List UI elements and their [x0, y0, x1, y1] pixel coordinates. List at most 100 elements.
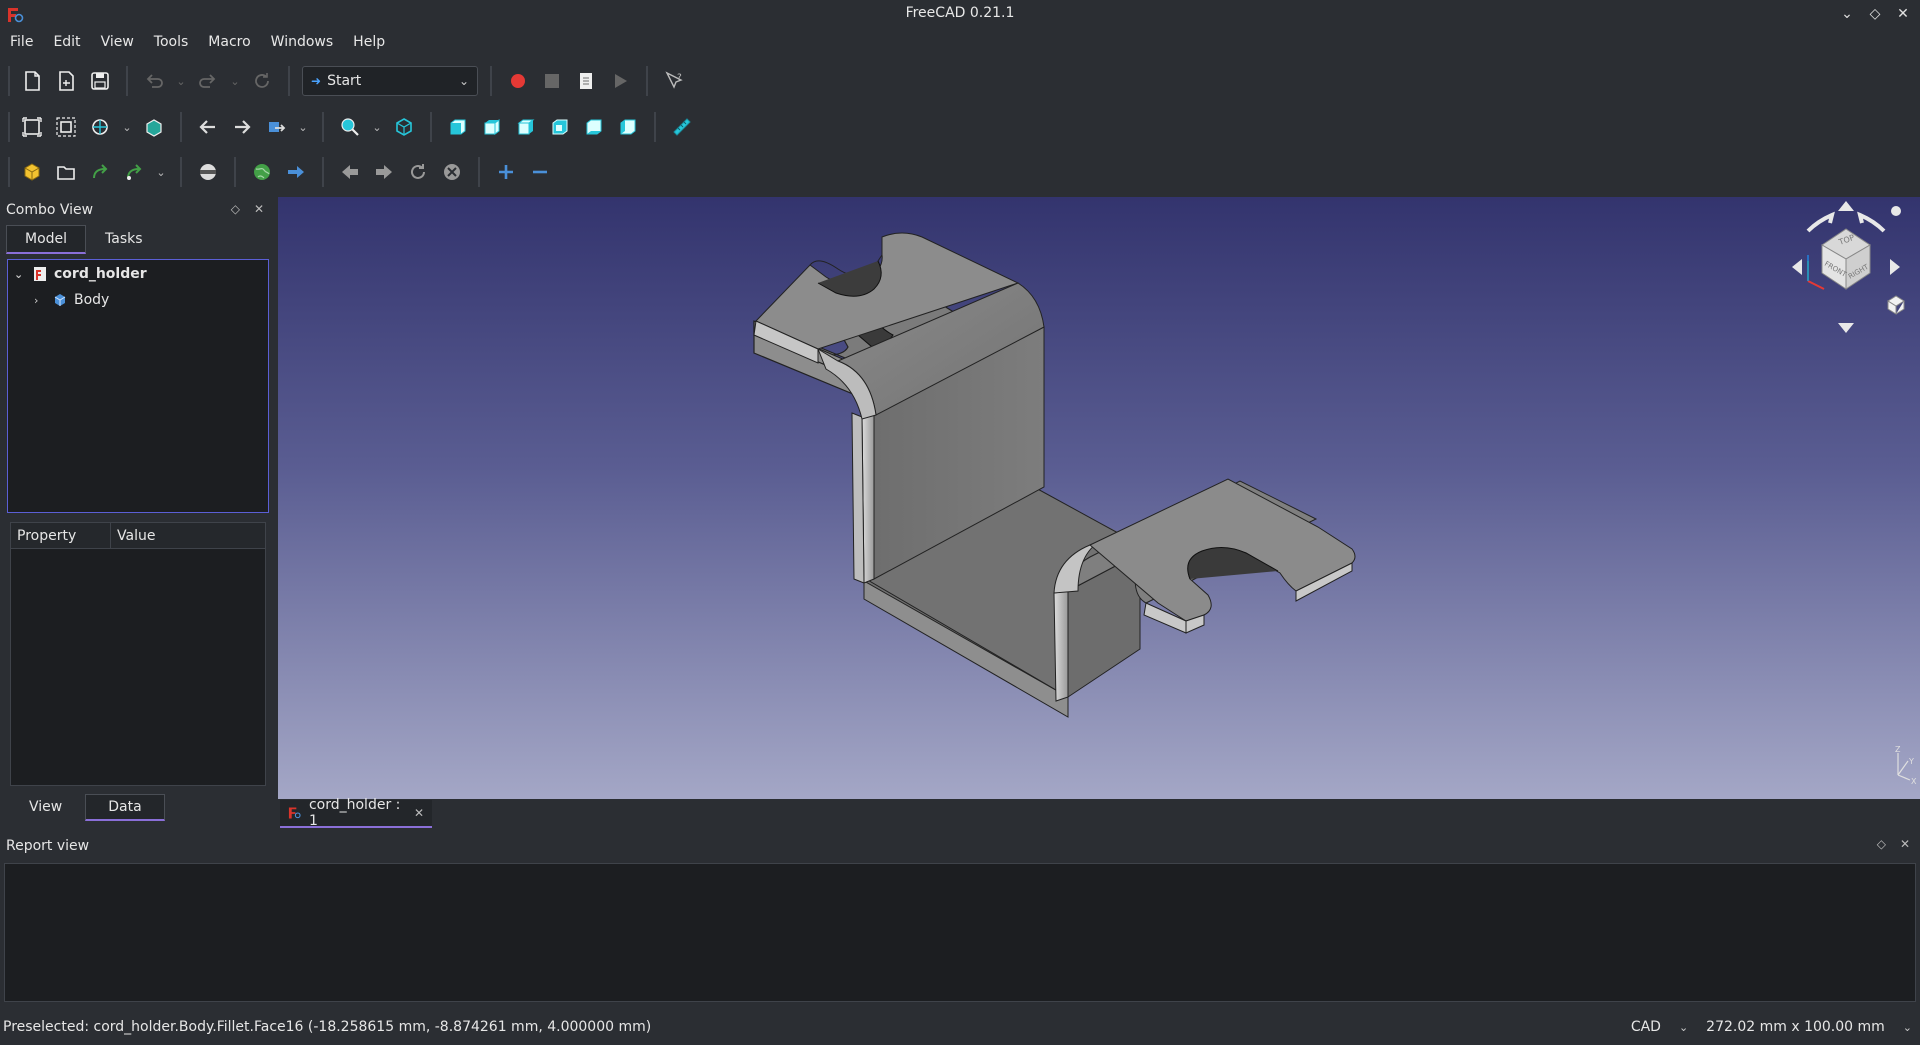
web-stop-button[interactable]: [438, 158, 466, 186]
report-output[interactable]: [4, 863, 1916, 1002]
measure-button[interactable]: [668, 113, 696, 141]
save-button[interactable]: [86, 67, 114, 95]
fit-selection-button[interactable]: [52, 113, 80, 141]
view-bottom-button[interactable]: [580, 113, 608, 141]
web-refresh-button[interactable]: [404, 158, 432, 186]
web-back-button[interactable]: [336, 158, 364, 186]
redo-button[interactable]: [194, 67, 222, 95]
view-front-button[interactable]: [444, 113, 472, 141]
chevron-down-icon[interactable]: ⌄: [1679, 1021, 1688, 1034]
view-left-button[interactable]: [614, 113, 642, 141]
std-views-button[interactable]: [336, 113, 364, 141]
create-group-button[interactable]: [52, 158, 80, 186]
close-panel-icon[interactable]: ✕: [1900, 837, 1910, 851]
make-sublink-button[interactable]: [120, 158, 148, 186]
execute-macro-button[interactable]: [606, 67, 634, 95]
web-next-button[interactable]: [370, 158, 398, 186]
view-top-button[interactable]: [478, 113, 506, 141]
report-view-title: Report view: [6, 838, 90, 854]
navigation-cube[interactable]: TOP FRONT RIGHT: [1778, 197, 1914, 337]
bounding-box-button[interactable]: [140, 113, 168, 141]
tree-item-label: Body: [74, 292, 110, 308]
minus-icon: [533, 170, 547, 174]
orbit-right-icon[interactable]: [1890, 259, 1900, 275]
status-bar: Preselected: cord_holder.Body.Fillet.Fac…: [0, 1014, 1920, 1042]
back-button[interactable]: [194, 113, 222, 141]
play-icon: [615, 74, 627, 88]
menu-edit[interactable]: Edit: [43, 31, 90, 55]
chevron-right-icon[interactable]: ›: [34, 294, 46, 307]
menu-tools[interactable]: Tools: [144, 31, 199, 55]
orbit-up-icon[interactable]: [1838, 201, 1854, 211]
close-panel-icon[interactable]: ✕: [254, 202, 264, 216]
redo-dropdown-icon[interactable]: ⌄: [228, 67, 242, 95]
menu-macro[interactable]: Macro: [198, 31, 260, 55]
view-menu-cube-icon[interactable]: [1887, 295, 1905, 315]
minimize-icon[interactable]: ⌄: [1838, 4, 1856, 24]
new-document-button[interactable]: [18, 67, 46, 95]
left-view-icon: [620, 119, 636, 135]
navcube-menu-icon[interactable]: [1891, 206, 1901, 216]
browser-button[interactable]: [194, 158, 222, 186]
axis-z-label: Z: [1895, 745, 1901, 754]
chevron-down-icon[interactable]: ⌄: [1903, 1021, 1912, 1034]
tree-item-label: cord_holder: [54, 266, 147, 282]
menu-file[interactable]: File: [0, 31, 43, 55]
close-icon[interactable]: ✕: [1894, 4, 1912, 24]
whats-this-button[interactable]: ?: [660, 67, 688, 95]
draw-style-dropdown-icon[interactable]: ⌄: [120, 113, 134, 141]
macros-button[interactable]: [572, 67, 600, 95]
tree-item-body[interactable]: › Body: [34, 288, 109, 312]
open-document-button[interactable]: [52, 67, 80, 95]
tab-tasks[interactable]: Tasks: [86, 225, 162, 254]
stop-macro-button[interactable]: [538, 67, 566, 95]
set-url-button[interactable]: [282, 158, 310, 186]
forward-button[interactable]: [228, 113, 256, 141]
view-right-button[interactable]: [512, 113, 540, 141]
open-website-button[interactable]: [248, 158, 276, 186]
float-panel-icon[interactable]: ◇: [231, 202, 240, 216]
tab-view[interactable]: View: [6, 794, 85, 821]
link-dropdown-icon[interactable]: ⌄: [296, 113, 310, 141]
menu-help[interactable]: Help: [343, 31, 395, 55]
view-isometric-button[interactable]: [390, 113, 418, 141]
fit-all-button[interactable]: [18, 113, 46, 141]
std-views-dropdown-icon[interactable]: ⌄: [370, 113, 384, 141]
tab-data[interactable]: Data: [85, 794, 165, 821]
menu-view[interactable]: View: [91, 31, 144, 55]
view-rear-button[interactable]: [546, 113, 574, 141]
globe-icon: [254, 164, 270, 180]
float-panel-icon[interactable]: ◇: [1877, 837, 1886, 851]
close-tab-icon[interactable]: ✕: [414, 806, 424, 820]
toolbar-handle[interactable]: [8, 157, 10, 187]
create-part-button[interactable]: [18, 158, 46, 186]
navigation-style[interactable]: CAD: [1631, 1019, 1661, 1035]
3d-viewport[interactable]: TOP FRONT RIGHT Z Y X: [278, 197, 1920, 799]
link-button[interactable]: [262, 113, 290, 141]
orbit-down-icon[interactable]: [1838, 323, 1854, 333]
tree-item-document[interactable]: ⌄ cord_holder: [14, 262, 147, 286]
record-macro-button[interactable]: [504, 67, 532, 95]
fit-selection-icon: [56, 117, 76, 137]
workbench-label: Start: [327, 73, 362, 89]
draw-style-button[interactable]: [86, 113, 114, 141]
status-message: Preselected: cord_holder.Body.Fillet.Fac…: [3, 1019, 652, 1035]
make-link-button[interactable]: [86, 158, 114, 186]
document-tab[interactable]: cord_holder : 1 ✕: [280, 797, 432, 829]
chevron-down-icon[interactable]: ⌄: [14, 268, 26, 281]
refresh-button[interactable]: [248, 67, 276, 95]
property-column-header[interactable]: Property: [11, 523, 111, 548]
undo-dropdown-icon[interactable]: ⌄: [174, 67, 188, 95]
workbench-selector[interactable]: ➜ Start ⌄: [302, 66, 478, 96]
zoom-in-button[interactable]: [492, 158, 520, 186]
zoom-out-button[interactable]: [526, 158, 554, 186]
tab-model[interactable]: Model: [6, 225, 87, 254]
toolbar-handle[interactable]: [8, 66, 10, 96]
maximize-icon[interactable]: ◇: [1866, 4, 1884, 24]
orbit-left-icon[interactable]: [1792, 259, 1802, 275]
undo-button[interactable]: [140, 67, 168, 95]
link-dropdown-icon[interactable]: ⌄: [154, 158, 168, 186]
toolbar-handle[interactable]: [8, 112, 10, 142]
value-column-header[interactable]: Value: [111, 523, 161, 548]
menu-windows[interactable]: Windows: [261, 31, 344, 55]
